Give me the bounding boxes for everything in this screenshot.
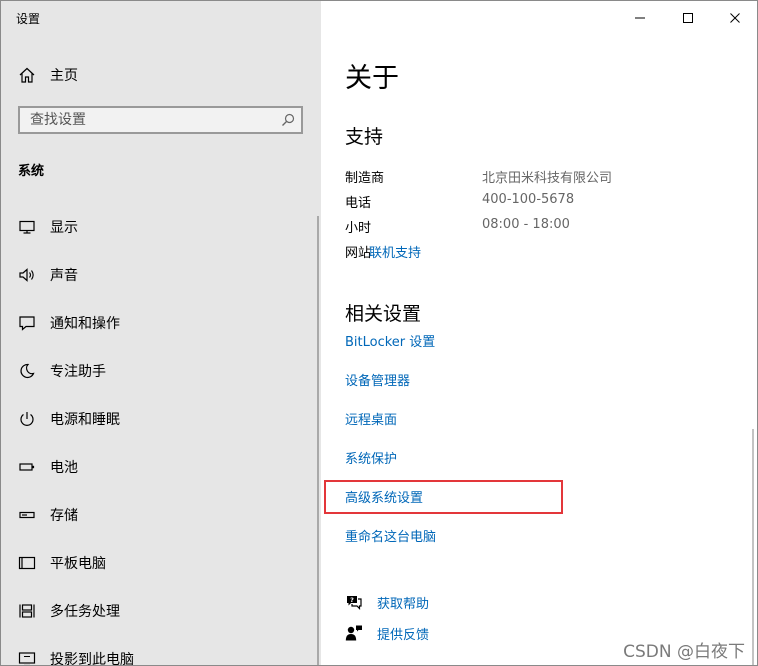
minimize-button[interactable] [629,9,651,27]
svg-text:?: ? [350,596,354,604]
sidebar-item-label: 通知和操作 [50,316,120,332]
page-title: 关于 [345,63,399,94]
get-help-link[interactable]: ? 获取帮助 [345,593,430,612]
search-input[interactable] [20,108,270,132]
give-feedback-link[interactable]: 提供反馈 [345,624,430,643]
sidebar-item-notifications[interactable]: 通知和操作 [1,299,317,347]
search-box[interactable] [18,106,303,134]
device-manager-link[interactable]: 设备管理器 [345,370,410,389]
projection-icon [18,652,36,665]
help-chat-icon: ? [347,596,362,610]
remote-desktop-link[interactable]: 远程桌面 [345,409,397,428]
power-icon [20,412,34,426]
support-key: 小时 [345,221,372,236]
home-label: 主页 [50,68,78,84]
support-heading: 支持 [345,126,384,148]
settings-window: 设置 主页 系统 显示 [0,0,758,666]
minimize-icon [635,17,645,19]
sidebar-item-label: 电源和睡眠 [50,412,120,428]
section-heading: 系统 [18,164,45,179]
home-nav-item[interactable]: 主页 [18,63,78,87]
window-title: 设置 [16,12,41,26]
home-icon [19,67,35,83]
support-value: 08:00 - 18:00 [482,217,570,232]
sidebar-item-label: 专注助手 [50,364,106,380]
online-support-link[interactable]: 联机支持 [369,242,421,261]
maximize-icon [683,13,693,23]
notification-icon [19,316,35,331]
sidebar-item-battery[interactable]: 电池 [1,443,317,491]
sidebar-item-power-sleep[interactable]: 电源和睡眠 [1,395,317,443]
main-content: 关于 支持 制造商 北京田米科技有限公司 电话 400-100-5678 小时 … [321,1,757,665]
sidebar-item-project-to-pc[interactable]: 投影到此电脑 [1,635,317,666]
tablet-icon [18,556,36,570]
sidebar-item-storage[interactable]: 存储 [1,491,317,539]
bitlocker-settings-link[interactable]: BitLocker 设置 [345,331,435,350]
support-row-hours: 小时 08:00 - 18:00 [345,217,570,236]
get-help-label: 获取帮助 [377,596,430,612]
multitasking-icon [19,604,35,618]
main-scrollbar[interactable] [752,429,754,665]
highlight-box [324,480,563,514]
monitor-icon [19,220,35,234]
sidebar-item-display[interactable]: 显示 [1,203,317,251]
support-key: 电话 [345,196,372,211]
support-row-website: 网站 联机支持 [345,242,482,261]
sidebar-item-label: 电池 [50,460,78,476]
related-settings-heading: 相关设置 [345,303,422,325]
system-protection-link[interactable]: 系统保护 [345,448,397,467]
sidebar: 设置 主页 系统 显示 [1,1,321,665]
sidebar-item-label: 显示 [50,220,78,236]
watermark: CSDN @白夜下 [623,642,745,662]
sidebar-item-label: 投影到此电脑 [50,652,134,666]
search-icon[interactable] [281,113,295,127]
sidebar-item-label: 平板电脑 [50,556,106,572]
sidebar-item-multitasking[interactable]: 多任务处理 [1,587,317,635]
sidebar-item-sound[interactable]: 声音 [1,251,317,299]
support-value: 400-100-5678 [482,192,575,207]
rename-this-pc-link[interactable]: 重命名这台电脑 [345,526,436,545]
support-row-manufacturer: 制造商 北京田米科技有限公司 [345,167,613,186]
support-row-phone: 电话 400-100-5678 [345,192,575,211]
sidebar-item-label: 多任务处理 [50,604,120,620]
sidebar-item-label: 存储 [50,508,78,524]
feedback-icon [345,625,362,641]
sidebar-item-label: 声音 [50,268,78,284]
moon-icon [20,363,35,379]
storage-icon [19,511,35,519]
support-value: 北京田米科技有限公司 [482,171,613,186]
sidebar-item-tablet[interactable]: 平板电脑 [1,539,317,587]
battery-icon [19,463,35,471]
close-icon [730,13,740,23]
sidebar-item-focus-assist[interactable]: 专注助手 [1,347,317,395]
give-feedback-label: 提供反馈 [377,627,430,643]
sidebar-scrollbar[interactable] [317,216,319,665]
maximize-button[interactable] [677,9,699,27]
sidebar-nav: 显示 声音 通知和操作 专注助手 电源和睡眠 电池 存储 平板电脑 多任务处理 … [1,203,317,666]
close-button[interactable] [724,9,746,27]
speaker-icon [19,268,34,282]
support-key: 制造商 [345,171,385,186]
